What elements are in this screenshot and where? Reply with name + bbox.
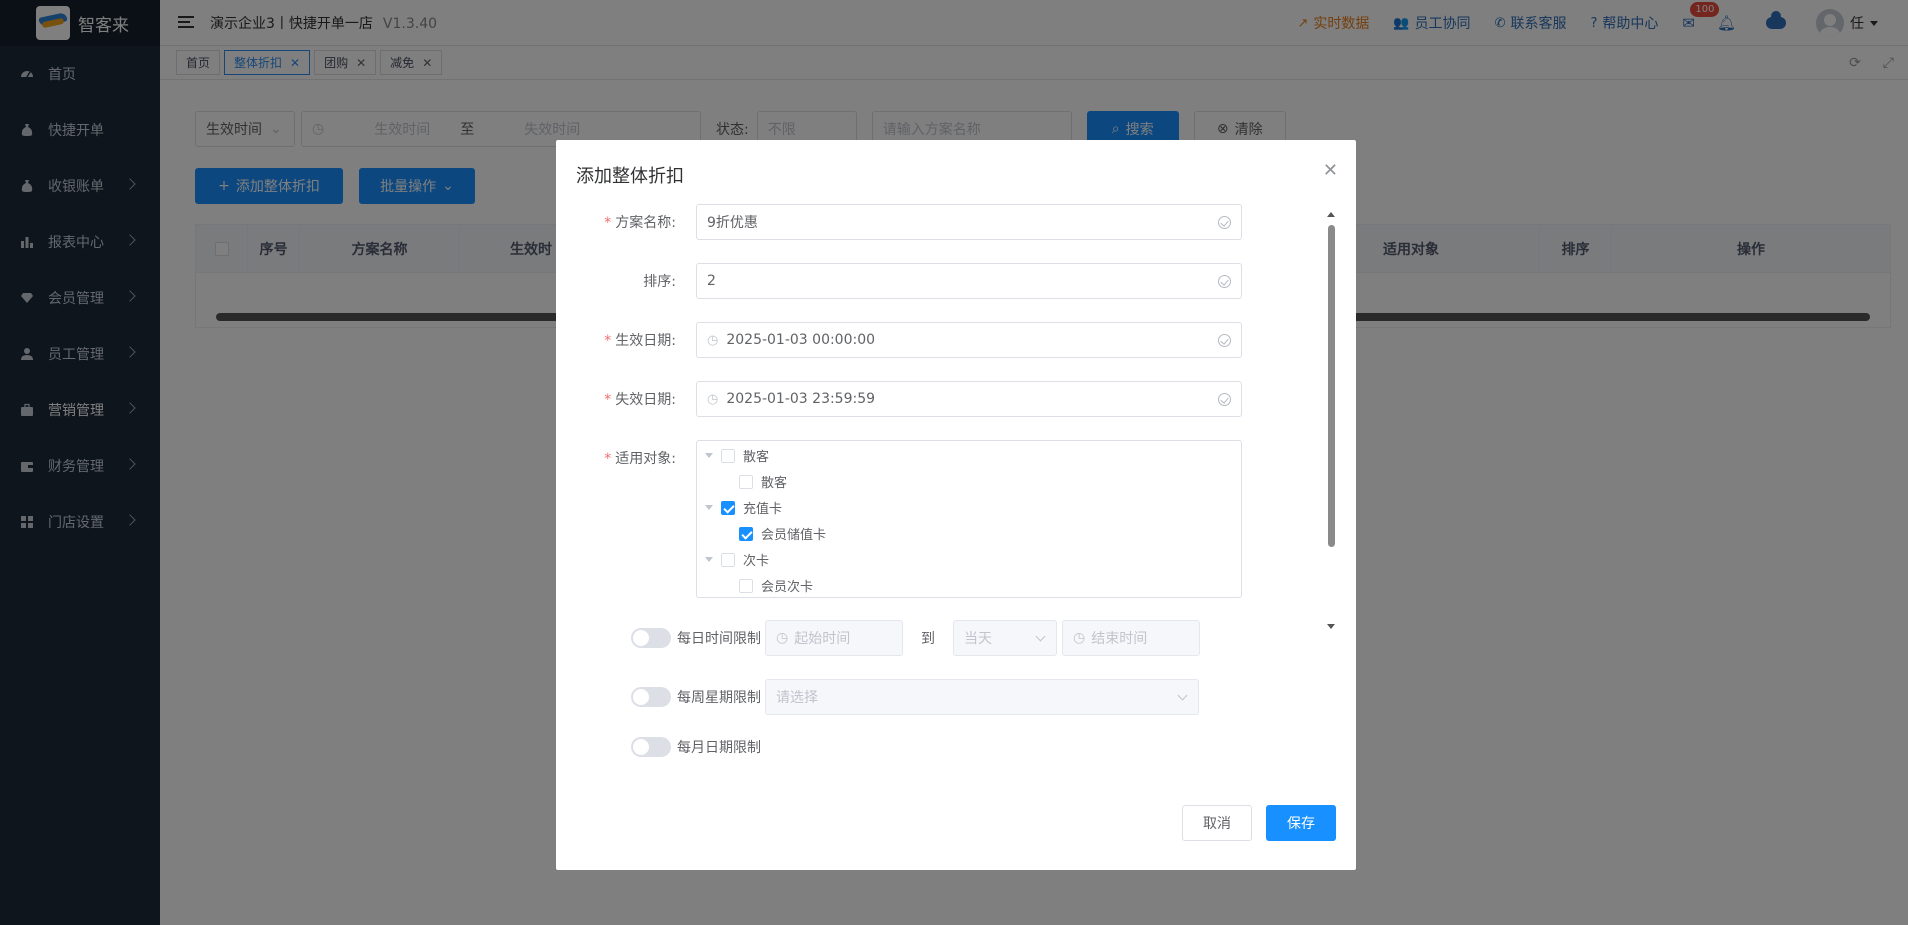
clock-icon: ◷ xyxy=(1073,630,1086,646)
dialog-title: 添加整体折扣 xyxy=(576,166,684,187)
scroll-thumb[interactable] xyxy=(1328,225,1335,547)
form-row-weekly-limit: 每周星期限制 请选择 xyxy=(631,679,1199,715)
monthly-limit-switch[interactable] xyxy=(631,737,671,757)
form-row-sort: 排序: 2 xyxy=(556,263,1242,299)
scroll-down-icon[interactable] xyxy=(1327,624,1335,629)
tree-node[interactable]: 次卡 xyxy=(705,550,769,569)
clock-icon: ◷ xyxy=(776,630,789,646)
close-icon[interactable]: ✕ xyxy=(1323,160,1338,181)
end-date-picker[interactable]: ◷ 2025-01-03 23:59:59 xyxy=(696,381,1242,417)
tree-checkbox[interactable] xyxy=(739,474,753,489)
check-circle-icon xyxy=(1218,393,1231,406)
form-row-name: * 方案名称: 9折优惠 xyxy=(556,204,1242,240)
daily-day-select: 当天 xyxy=(953,620,1057,656)
form-row-end: * 失效日期: ◷ 2025-01-03 23:59:59 xyxy=(556,381,1242,417)
tree-checkbox[interactable] xyxy=(739,578,753,593)
weekly-limit-switch[interactable] xyxy=(631,687,671,707)
tree-node[interactable]: 会员次卡 xyxy=(739,576,813,595)
dialog-scrollbar[interactable] xyxy=(1326,212,1336,632)
tree-node[interactable]: 散客 xyxy=(705,446,769,465)
tree-checkbox[interactable] xyxy=(739,526,753,541)
target-tree: 散客 散客 充值卡 会员储值卡 次卡 会员次卡 xyxy=(696,440,1242,598)
check-circle-icon xyxy=(1218,275,1231,288)
clock-icon: ◷ xyxy=(707,391,719,407)
tree-node[interactable]: 散客 xyxy=(739,472,787,491)
sort-field[interactable]: 2 xyxy=(696,263,1242,299)
clock-icon: ◷ xyxy=(707,332,719,348)
cancel-button[interactable]: 取消 xyxy=(1182,805,1252,841)
form-row-start: * 生效日期: ◷ 2025-01-03 00:00:00 xyxy=(556,322,1242,358)
check-circle-icon xyxy=(1218,334,1231,347)
form-row-monthly-limit: 每月日期限制 xyxy=(631,737,765,757)
weekday-select: 请选择 xyxy=(765,679,1199,715)
tree-checkbox[interactable] xyxy=(721,448,735,463)
check-circle-icon xyxy=(1218,216,1231,229)
caret-down-icon[interactable] xyxy=(705,557,713,562)
form-row-target: * 适用对象: 散客 散客 充值卡 会员储值卡 次卡 会员次卡 xyxy=(556,440,1242,598)
form-row-daily-limit: 每日时间限制 ◷ 起始时间 到 当天 ◷ 结束时间 xyxy=(631,620,1200,656)
add-discount-dialog: 添加整体折扣 ✕ * 方案名称: 9折优惠 排序: 2 * 生效日期: ◷ 2025-… xyxy=(556,140,1356,870)
tree-checkbox[interactable] xyxy=(721,500,735,515)
daily-start-time: ◷ 起始时间 xyxy=(765,620,903,656)
scheme-name-field[interactable]: 9折优惠 xyxy=(696,204,1242,240)
tree-node[interactable]: 充值卡 xyxy=(705,498,782,517)
caret-down-icon[interactable] xyxy=(705,453,713,458)
daily-limit-switch[interactable] xyxy=(631,628,671,648)
daily-end-time: ◷ 结束时间 xyxy=(1062,620,1200,656)
tree-node[interactable]: 会员储值卡 xyxy=(739,524,826,543)
save-button[interactable]: 保存 xyxy=(1266,805,1336,841)
tree-checkbox[interactable] xyxy=(721,552,735,567)
scroll-up-icon[interactable] xyxy=(1327,212,1335,217)
chevron-down-icon xyxy=(1177,690,1188,701)
start-date-picker[interactable]: ◷ 2025-01-03 00:00:00 xyxy=(696,322,1242,358)
caret-down-icon[interactable] xyxy=(705,505,713,510)
chevron-down-icon xyxy=(1035,631,1046,642)
